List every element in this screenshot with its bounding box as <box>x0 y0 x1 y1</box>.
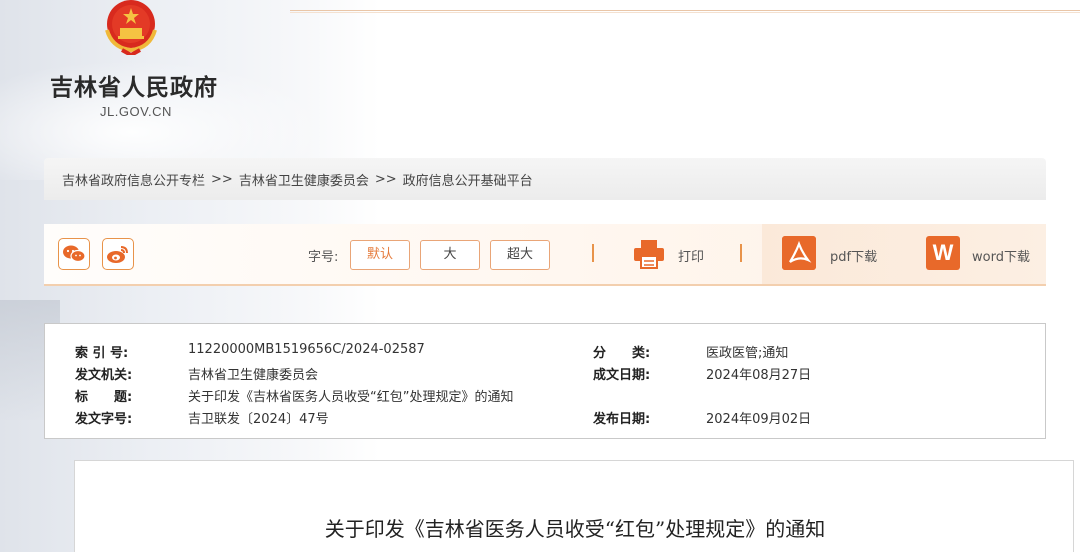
top-divider <box>290 10 1080 11</box>
category-value: 医政医管;通知 <box>706 346 789 361</box>
pdf-icon[interactable] <box>782 236 816 270</box>
created-date-value: 2024年08月27日 <box>706 368 812 383</box>
title-label: 标 题: <box>75 390 133 405</box>
tool-bar: 字号: 默认 大 超大 打印 pdf下载 W word下载 <box>44 224 1046 286</box>
pdf-download-button[interactable]: pdf下载 <box>830 246 877 265</box>
document-body: 关于印发《吉林省医务人员收受“红包”处理规定》的通知 <box>74 460 1074 552</box>
breadcrumb-separator: >> <box>374 171 397 187</box>
category-label: 分 类: <box>593 346 651 361</box>
word-icon[interactable]: W <box>926 236 960 270</box>
published-date-label: 发布日期: <box>593 412 651 427</box>
top-divider-2 <box>290 12 1080 13</box>
weibo-icon <box>107 246 128 263</box>
font-size-default-button[interactable]: 默认 <box>350 240 410 270</box>
breadcrumb-item-health-commission[interactable]: 吉林省卫生健康委员会 <box>239 170 369 189</box>
toolbar-divider <box>740 244 742 262</box>
document-number-label: 发文字号: <box>75 412 133 427</box>
index-number-label: 索 引 号: <box>75 346 129 361</box>
font-size-large-button[interactable]: 大 <box>420 240 480 270</box>
document-metadata: 索 引 号: 11220000MB1519656C/2024-02587 分 类… <box>44 323 1046 439</box>
index-number-value: 11220000MB1519656C/2024-02587 <box>188 342 425 357</box>
breadcrumb-item-platform[interactable]: 政府信息公开基础平台 <box>403 170 533 189</box>
national-emblem-icon <box>105 0 157 55</box>
title-value: 关于印发《吉林省医务人员收受“红包”处理规定》的通知 <box>188 390 514 405</box>
site-domain: JL.GOV.CN <box>100 104 172 119</box>
word-download-button[interactable]: word下载 <box>972 246 1030 265</box>
toolbar-divider <box>592 244 594 262</box>
printer-icon[interactable] <box>632 238 666 270</box>
font-size-xlarge-button[interactable]: 超大 <box>490 240 550 270</box>
weibo-share-button[interactable] <box>102 238 134 270</box>
issuer-label: 发文机关: <box>75 368 133 383</box>
document-title: 关于印发《吉林省医务人员收受“红包”处理规定》的通知 <box>324 517 826 541</box>
issuer-value: 吉林省卫生健康委员会 <box>188 368 319 383</box>
published-date-value: 2024年09月02日 <box>706 412 812 427</box>
document-number-value: 吉卫联发〔2024〕47号 <box>188 412 329 427</box>
breadcrumb-separator: >> <box>211 171 233 187</box>
wechat-icon <box>63 245 86 263</box>
print-button[interactable]: 打印 <box>678 246 704 265</box>
font-size-label: 字号: <box>308 250 339 265</box>
site-name[interactable]: 吉林省人民政府 <box>50 68 218 102</box>
wechat-share-button[interactable] <box>58 238 90 270</box>
created-date-label: 成文日期: <box>593 368 651 383</box>
breadcrumb-item-gov-info[interactable]: 吉林省政府信息公开专栏 <box>62 170 205 189</box>
breadcrumb: 吉林省政府信息公开专栏 >> 吉林省卫生健康委员会 >> 政府信息公开基础平台 <box>44 158 1046 200</box>
